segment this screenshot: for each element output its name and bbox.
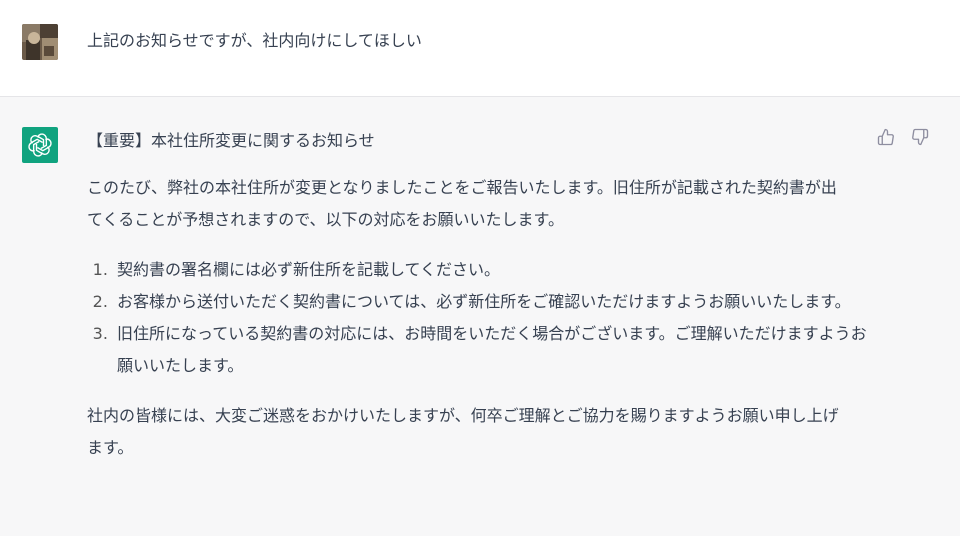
assistant-message-row: 【重要】本社住所変更に関するお知らせ このたび、弊社の本社住所が変更となりました… — [0, 97, 960, 536]
response-intro-line: てくることが予想されますので、以下の対応をお願いいたします。 — [87, 210, 564, 229]
thumbs-down-icon — [912, 128, 929, 146]
user-avatar — [22, 24, 58, 60]
user-message-row: 上記のお知らせですが、社内向けにしてほしい — [0, 0, 960, 97]
openai-logo-icon — [22, 127, 58, 163]
feedback-buttons — [876, 127, 930, 147]
list-item: お客様から送付いただく契約書については、必ず新住所をご確認いただけますようお願い… — [113, 286, 867, 318]
list-item: 旧住所になっている契約書の対応には、お時間をいただく場合がございます。ご理解いた… — [113, 318, 867, 382]
assistant-response: 【重要】本社住所変更に関するお知らせ このたび、弊社の本社住所が変更となりました… — [87, 131, 867, 464]
user-message-text: 上記のお知らせですが、社内向けにしてほしい — [87, 31, 422, 50]
response-list: 契約書の署名欄には必ず新住所を記載してください。 お客様から送付いただく契約書に… — [87, 254, 867, 382]
response-title: 【重要】本社住所変更に関するお知らせ — [87, 131, 375, 150]
response-intro-line: このたび、弊社の本社住所が変更となりましたことをご報告いたします。旧住所が記載さ… — [87, 178, 837, 197]
list-item: 契約書の署名欄には必ず新住所を記載してください。 — [113, 254, 867, 286]
thumbs-up-icon — [877, 128, 894, 146]
thumbs-up-button[interactable] — [876, 127, 896, 147]
thumbs-down-button[interactable] — [910, 127, 930, 147]
response-closing-line: 社内の皆様には、大変ご迷惑をおかけいたしますが、何卒ご理解とご協力を賜りますよう… — [87, 406, 839, 425]
response-closing-line: ます。 — [87, 438, 134, 457]
